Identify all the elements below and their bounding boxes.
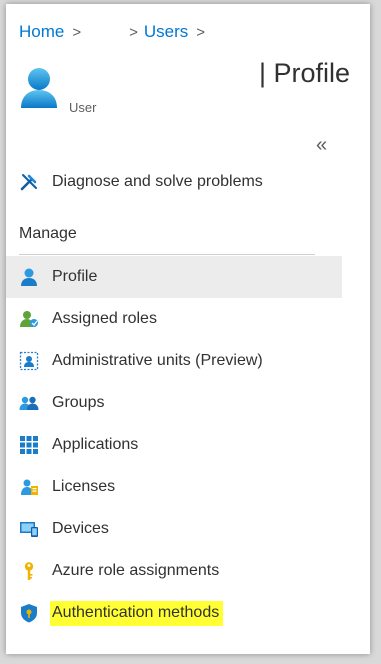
sidebar-item-groups[interactable]: Groups bbox=[6, 382, 342, 424]
breadcrumb-chevron-icon: > bbox=[129, 24, 138, 41]
sidebar-item-assigned-roles[interactable]: Assigned roles bbox=[6, 298, 342, 340]
devices-icon bbox=[19, 519, 39, 539]
sidebar-item-label: Groups bbox=[52, 394, 105, 411]
breadcrumb-chevron-icon: > bbox=[196, 24, 206, 41]
sidebar-item-label: Diagnose and solve problems bbox=[52, 173, 263, 190]
user-avatar-icon bbox=[19, 66, 59, 110]
sidebar-item-label: Applications bbox=[52, 436, 139, 453]
sidebar-item-label: Azure role assignments bbox=[52, 562, 220, 579]
sidebar-item-label: Devices bbox=[52, 520, 109, 537]
section-divider bbox=[19, 254, 315, 255]
sidebar-item-label: Profile bbox=[52, 268, 98, 285]
key-icon bbox=[19, 561, 39, 581]
sidebar-item-profile[interactable]: Profile bbox=[6, 256, 342, 298]
sidebar-item-authentication-methods[interactable]: Authentication methods bbox=[6, 592, 342, 634]
sidebar-item-azure-role-assignments[interactable]: Azure role assignments bbox=[6, 550, 342, 592]
user-subtitle: User bbox=[69, 100, 97, 115]
licenses-icon bbox=[19, 477, 39, 497]
applications-grid-icon bbox=[19, 435, 39, 455]
user-profile-blade: Home > > Users > User | Profile « Diagnose a… bbox=[6, 4, 370, 654]
breadcrumb-home[interactable]: Home bbox=[19, 22, 64, 42]
groups-icon bbox=[19, 393, 39, 413]
sidebar-item-administrative-units[interactable]: Administrative units (Preview) bbox=[6, 340, 342, 382]
breadcrumb-chevron-icon: > bbox=[72, 24, 82, 41]
breadcrumb: Home > > Users > bbox=[19, 22, 249, 42]
shield-icon bbox=[19, 603, 39, 623]
sidebar-item-devices[interactable]: Devices bbox=[6, 508, 342, 550]
wrench-icon bbox=[19, 172, 39, 192]
admin-units-icon bbox=[19, 351, 39, 371]
sidebar-item-label: Administrative units (Preview) bbox=[52, 352, 263, 369]
sidebar-item-label: Authentication methods bbox=[50, 600, 224, 626]
sidebar-item-applications[interactable]: Applications bbox=[6, 424, 342, 466]
sidebar-item-diagnose[interactable]: Diagnose and solve problems bbox=[6, 161, 342, 203]
sidebar-item-label: Licenses bbox=[52, 478, 116, 495]
section-title-manage: Manage bbox=[19, 225, 77, 242]
person-icon bbox=[19, 267, 39, 287]
sidebar-item-licenses[interactable]: Licenses bbox=[6, 466, 342, 508]
sidebar-item-label: Assigned roles bbox=[52, 310, 157, 327]
assigned-roles-icon bbox=[19, 309, 39, 329]
collapse-sidebar-button[interactable]: « bbox=[316, 134, 327, 157]
breadcrumb-users[interactable]: Users bbox=[144, 22, 188, 42]
page-title: | Profile bbox=[259, 58, 351, 88]
